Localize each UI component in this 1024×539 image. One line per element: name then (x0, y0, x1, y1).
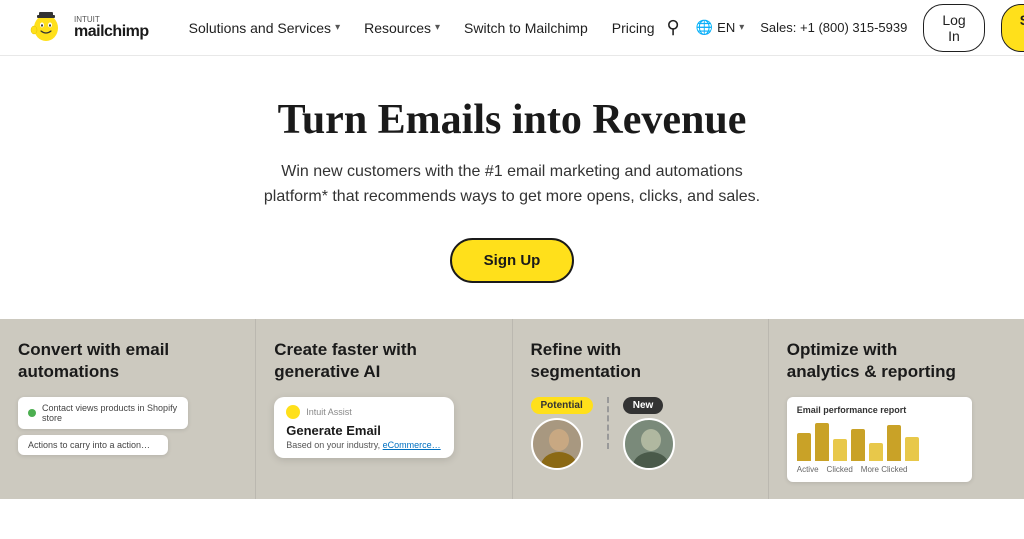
chevron-down-icon: ▾ (335, 22, 340, 33)
assist-label: Intuit Assist (306, 407, 352, 417)
card-segmentation-mock: Potential New (531, 397, 750, 470)
hero-section: Turn Emails into Revenue Win new custome… (0, 56, 1024, 319)
card-ai-bubble: Intuit Assist Generate Email Based on yo… (274, 397, 454, 458)
lang-label: EN (717, 20, 735, 35)
bubble-sub: Based on your industry, eCommerce… (286, 440, 442, 450)
nav-solutions-label: Solutions and Services (189, 20, 331, 36)
nav-switch-label: Switch to Mailchimp (464, 20, 588, 36)
card-automations-mock2: Actions to carry into a action… (18, 435, 168, 455)
hero-title: Turn Emails into Revenue (20, 96, 1004, 144)
nav-pricing[interactable]: Pricing (600, 0, 667, 56)
card-ai: Create faster with generative AI Intuit … (256, 319, 512, 499)
mock-text1: Contact views products in Shopify store (42, 403, 178, 423)
nav-pricing-label: Pricing (612, 20, 655, 36)
main-nav: INTUIT mailchimp Solutions and Services … (0, 0, 1024, 56)
login-button[interactable]: Log In (923, 4, 984, 52)
bar6 (887, 425, 901, 461)
globe-icon: 🌐 (696, 19, 713, 36)
segment-divider (607, 397, 609, 449)
bar3 (833, 439, 847, 461)
card-analytics-report: Email performance report Active Clicked … (787, 397, 972, 482)
search-icon[interactable]: ⚲ (667, 17, 680, 38)
nav-solutions[interactable]: Solutions and Services ▾ (177, 0, 352, 56)
nav-resources[interactable]: Resources ▾ (352, 0, 452, 56)
ecommerce-link[interactable]: eCommerce… (383, 440, 441, 450)
card-ai-title: Create faster with generative AI (274, 339, 454, 383)
signup-button-nav[interactable]: Sign Up (1001, 4, 1024, 52)
segment-col2: New (623, 397, 675, 470)
card-automations-mock1: Contact views products in Shopify store (18, 397, 188, 429)
feature-cards: Convert with email automations Contact v… (0, 319, 1024, 499)
card-segmentation: Refine with segmentation Potential New (513, 319, 769, 499)
card-automations: Convert with email automations Contact v… (0, 319, 256, 499)
nav-right: ⚲ 🌐 EN ▾ Sales: +1 (800) 315-5939 Log In… (667, 4, 1024, 52)
badge-new: New (623, 397, 664, 414)
stat1: Active (797, 465, 819, 474)
card-analytics-title: Optimize with analytics & reporting (787, 339, 967, 383)
sales-number: Sales: +1 (800) 315-5939 (760, 20, 907, 35)
bar2 (815, 423, 829, 461)
avatar1 (531, 418, 583, 470)
card-automations-title: Convert with email automations (18, 339, 198, 383)
bar5 (869, 443, 883, 461)
mock-text2: Actions to carry into a action… (28, 440, 150, 450)
chevron-down-icon: ▾ (739, 22, 744, 33)
bar1 (797, 433, 811, 461)
logo[interactable]: INTUIT mailchimp (24, 8, 149, 48)
bar7 (905, 437, 919, 461)
card-analytics: Optimize with analytics & reporting Emai… (769, 319, 1024, 499)
badge-potential: Potential (531, 397, 593, 414)
status-dot (28, 409, 36, 417)
assist-header: Intuit Assist (286, 405, 442, 419)
nav-switch[interactable]: Switch to Mailchimp (452, 0, 600, 56)
stat2: Clicked (827, 465, 853, 474)
report-stats: Active Clicked More Clicked (797, 465, 962, 474)
avatar2 (623, 418, 675, 470)
chevron-down-icon: ▾ (435, 22, 440, 33)
intuit-assist-icon (286, 405, 300, 419)
language-selector[interactable]: 🌐 EN ▾ (696, 19, 745, 36)
segment-col1: Potential (531, 397, 593, 470)
card-segmentation-title: Refine with segmentation (531, 339, 711, 383)
bubble-title: Generate Email (286, 423, 442, 438)
stat3: More Clicked (861, 465, 908, 474)
bar-chart (797, 421, 962, 461)
nav-resources-label: Resources (364, 20, 431, 36)
bar4 (851, 429, 865, 461)
nav-items: Solutions and Services ▾ Resources ▾ Swi… (177, 0, 667, 56)
hero-subtitle: Win new customers with the #1 email mark… (252, 160, 772, 210)
signup-button-hero[interactable]: Sign Up (450, 238, 575, 283)
report-title: Email performance report (797, 405, 962, 415)
